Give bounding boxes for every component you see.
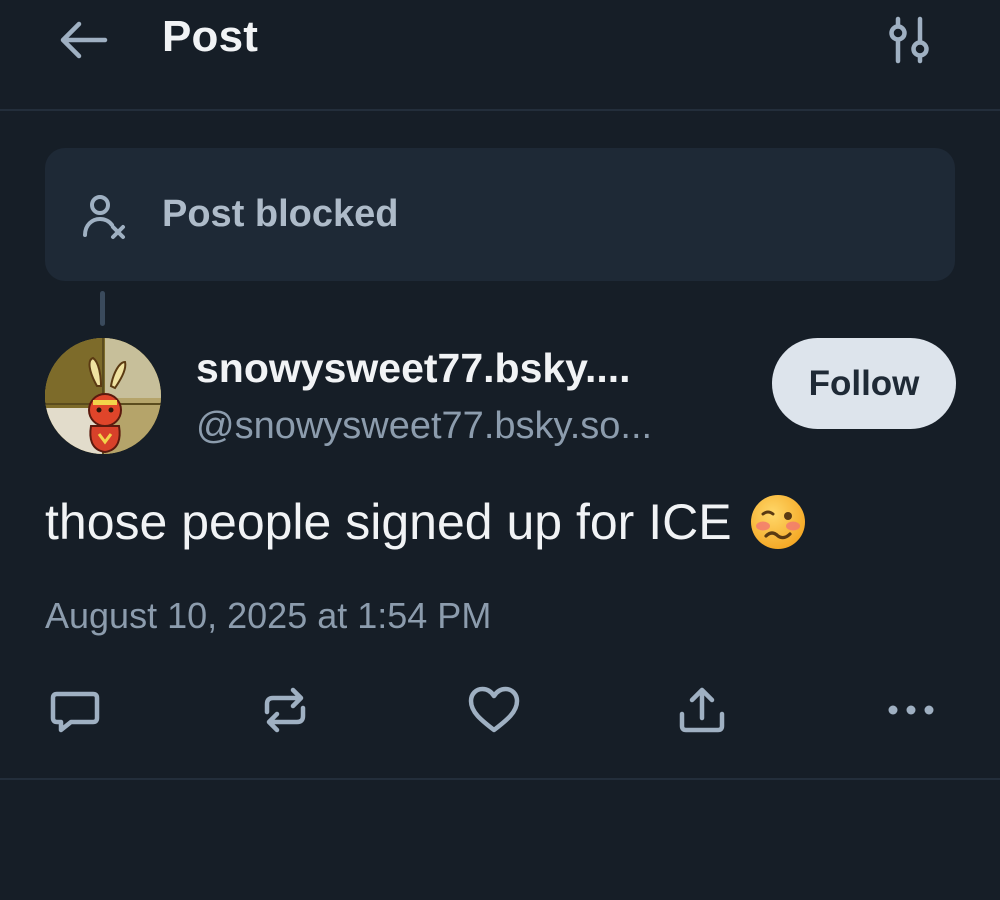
reply-button[interactable] [45, 680, 105, 740]
share-icon [679, 687, 725, 733]
author-display-name[interactable]: snowysweet77.bsky.... [196, 345, 631, 392]
author-handle[interactable]: @snowysweet77.bsky.so... [196, 405, 652, 448]
back-button[interactable] [52, 14, 114, 66]
thread-settings-button[interactable] [880, 14, 938, 66]
post-text: those people signed up for ICE [45, 494, 732, 550]
woozy-face-emoji [750, 495, 805, 549]
like-icon [468, 686, 520, 733]
post-body: those people signed up for ICE [45, 492, 808, 552]
thread-connector-line [100, 291, 105, 326]
more-options-button[interactable] [881, 680, 941, 740]
arrow-left-icon [60, 21, 108, 59]
sliders-icon [889, 16, 929, 64]
repost-icon [264, 687, 306, 733]
share-button[interactable] [672, 680, 732, 740]
post-divider [0, 778, 1000, 780]
repost-button[interactable] [255, 680, 315, 740]
avatar-image [45, 338, 161, 454]
follow-button[interactable]: Follow [772, 338, 956, 429]
more-icon [888, 705, 934, 715]
reply-icon [50, 691, 100, 733]
blocked-post-card: Post blocked [45, 148, 955, 281]
post-timestamp: August 10, 2025 at 1:54 PM [45, 595, 492, 636]
avatar[interactable] [45, 338, 161, 454]
like-button[interactable] [464, 680, 524, 740]
blocked-label: Post blocked [162, 193, 399, 235]
person-x-icon [83, 195, 125, 239]
top-bar: Post [0, 0, 1000, 111]
page-title: Post [162, 12, 259, 61]
